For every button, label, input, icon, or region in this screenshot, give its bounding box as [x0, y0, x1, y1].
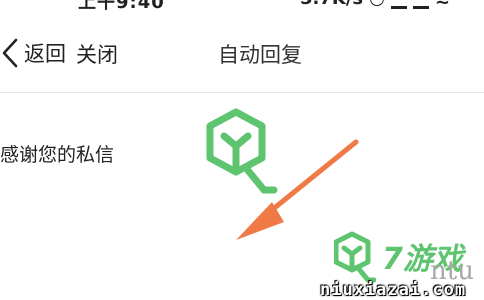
back-button[interactable]: 返回 [0, 36, 66, 70]
signal-icon-2 [412, 0, 429, 9]
status-time: 上午9:40 [78, 0, 165, 13]
divider [0, 92, 484, 93]
nav-bar: 返回 关闭 自动回复 [0, 28, 484, 88]
auto-reply-message[interactable]: 感谢您的私信 [0, 140, 114, 167]
chevron-left-icon [2, 38, 18, 68]
close-button[interactable]: 关闭 [76, 39, 118, 69]
signal-icon [390, 0, 407, 9]
wifi-icon: ≋ [435, 0, 450, 9]
watermark-url: niuxiazai.com [320, 280, 467, 300]
status-icons: 5.7K/s ◷ ≋ [300, 0, 450, 9]
network-speed: 5.7K/s [300, 0, 363, 9]
back-label: 返回 [24, 42, 66, 66]
watermark-brand-icon [334, 231, 376, 283]
watermark-logo-icon [206, 108, 278, 194]
alarm-icon: ◷ [369, 0, 385, 9]
page-title: 自动回复 [218, 43, 302, 67]
status-bar: 上午9:40 5.7K/s ◷ ≋ [0, 0, 484, 13]
